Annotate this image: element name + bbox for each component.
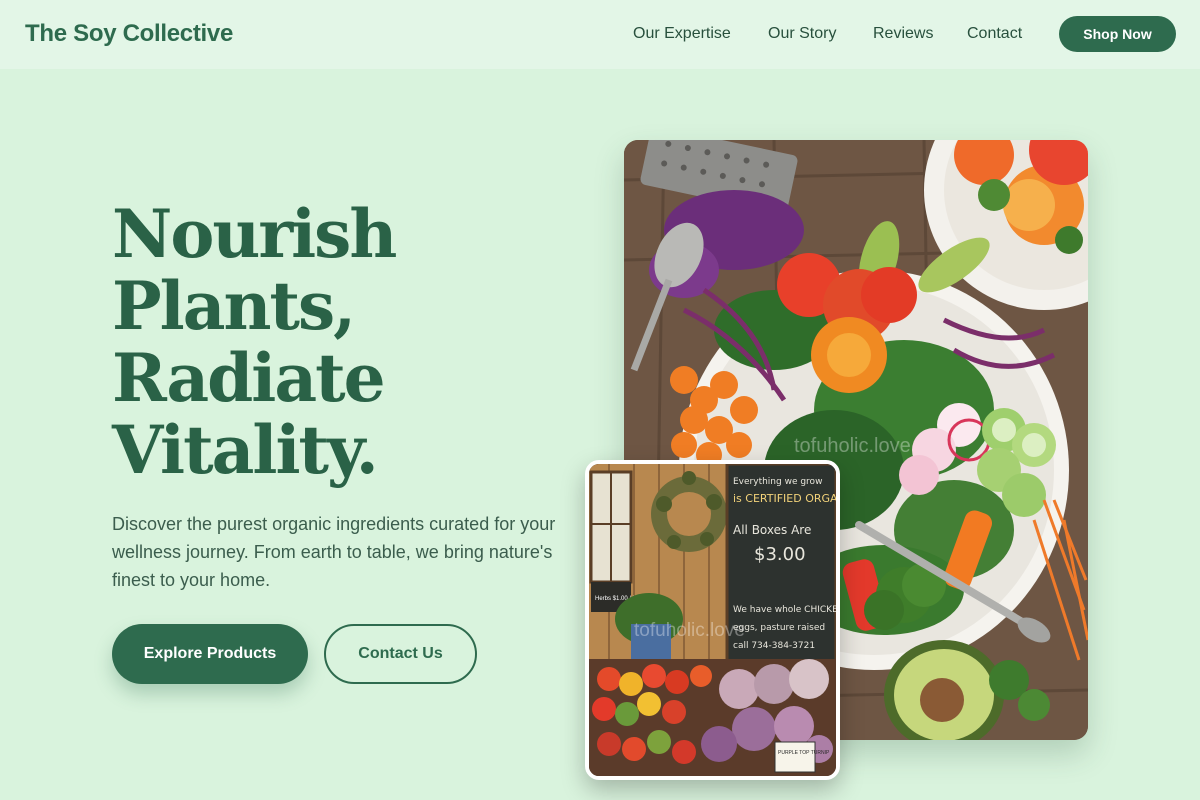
nav-reviews[interactable]: Reviews bbox=[873, 24, 933, 44]
contact-us-button[interactable]: Contact Us bbox=[324, 624, 477, 684]
hero-subtitle: Discover the purest organic ingredients … bbox=[112, 514, 556, 590]
chalkboard-line-3: All Boxes Are bbox=[733, 523, 811, 537]
chalkboard-line-7: call 734-384-3721 bbox=[733, 641, 815, 651]
headline-line-3: Radiate bbox=[112, 339, 386, 417]
farm-stand-illustration: Herbs $1.00 / bunch Everything we grow i… bbox=[589, 464, 836, 776]
headline-line-4: Vitality. bbox=[112, 411, 379, 489]
headline-line-2: Plants, bbox=[112, 267, 356, 345]
turnip-price-tag: PURPLE TOP TURNIP bbox=[778, 750, 830, 756]
chalkboard-line-4: $3.00 bbox=[754, 544, 806, 565]
farm-image-watermark: tofuholic.love bbox=[634, 620, 745, 641]
nav-our-story[interactable]: Our Story bbox=[768, 24, 836, 44]
main-image-watermark: tofuholic.love bbox=[794, 435, 911, 457]
shop-now-button[interactable]: Shop Now bbox=[1059, 16, 1176, 52]
hero-headline: Nourish Plants, Radiate Vitality. bbox=[112, 198, 572, 486]
chalkboard-line-5: We have whole CHICKEN bbox=[733, 605, 836, 615]
nav-our-expertise[interactable]: Our Expertise bbox=[633, 24, 731, 44]
main-nav: Our Expertise Our Story Reviews Contact bbox=[0, 0, 1200, 69]
headline-line-1: Nourish bbox=[112, 195, 397, 273]
explore-products-button[interactable]: Explore Products bbox=[112, 624, 308, 684]
chalkboard-line-2: is CERTIFIED ORGANIC bbox=[733, 492, 836, 505]
chalkboard-line-1: Everything we grow bbox=[733, 477, 822, 487]
farm-stand-image: Herbs $1.00 / bunch Everything we grow i… bbox=[585, 460, 840, 780]
nav-contact[interactable]: Contact bbox=[967, 24, 1022, 44]
site-header: The Soy Collective Our Expertise Our Sto… bbox=[0, 0, 1200, 69]
chalkboard-line-6: eggs, pasture raised bbox=[733, 623, 825, 633]
